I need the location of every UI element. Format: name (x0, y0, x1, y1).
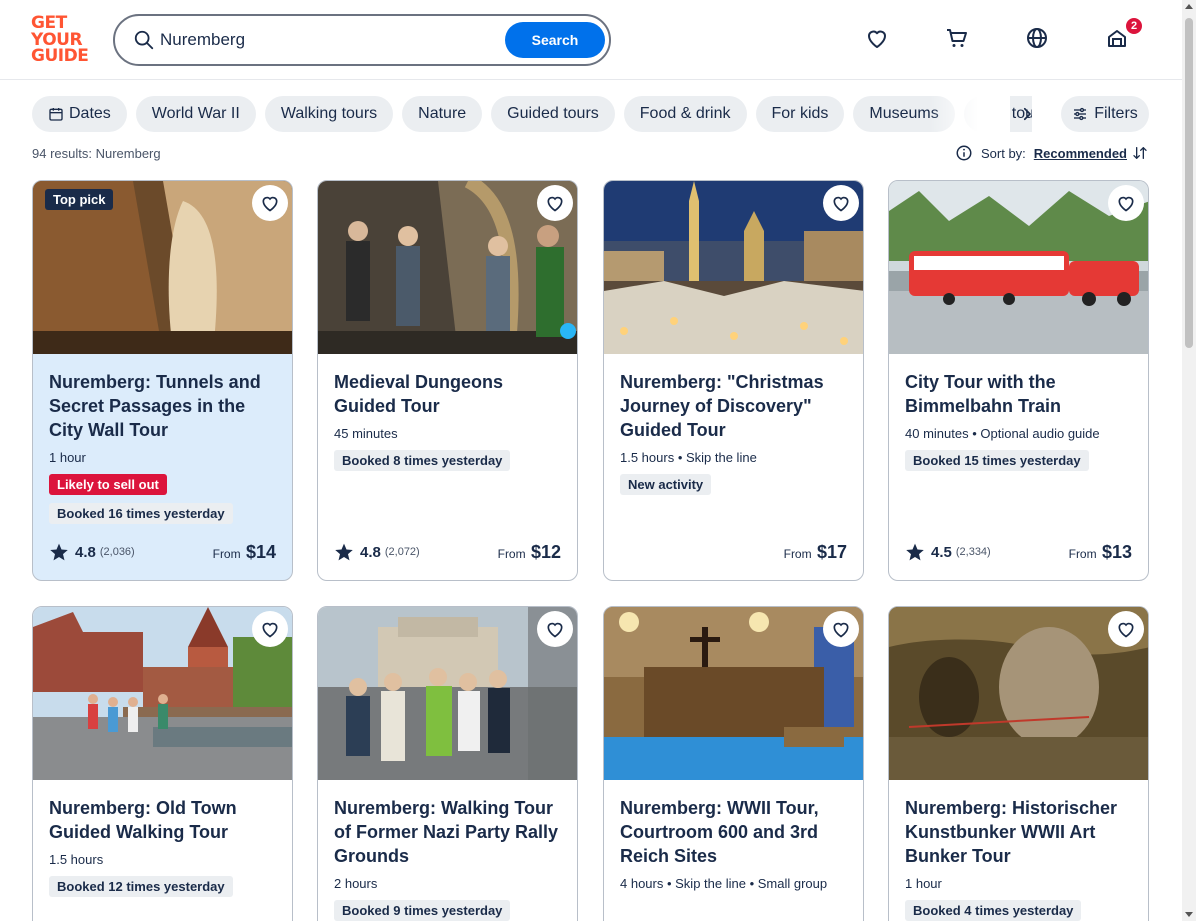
activity-meta: 40 minutes • Optional audio guide (905, 426, 1100, 441)
results-count: 94 results: Nuremberg (32, 146, 161, 161)
search-icon (134, 30, 154, 50)
favorite-heart-icon[interactable] (1108, 611, 1144, 647)
sort-value[interactable]: Recommended (1034, 146, 1127, 161)
booked-badge: Booked 9 times yesterday (334, 900, 511, 921)
activity-meta: 2 hours (334, 876, 378, 891)
booked-badge: Booked 12 times yesterday (49, 876, 233, 897)
favorite-heart-icon[interactable] (537, 611, 573, 647)
activity-card[interactable]: Nuremberg: Walking Tour of Former Nazi P… (317, 606, 578, 921)
scroll-up-arrow-icon[interactable] (1185, 4, 1193, 9)
notification-badge: 2 (1125, 17, 1143, 35)
activity-title[interactable]: Nuremberg: Old Town Guided Walking Tour (49, 796, 276, 844)
chip-for-kids[interactable]: For kids (755, 96, 845, 132)
activity-meta: 1 hour (905, 876, 942, 891)
filter-chips: Dates World War II Walking tours Nature Gui… (32, 96, 1032, 132)
page-scrollbar[interactable] (1182, 0, 1196, 921)
top-pick-badge: Top pick (45, 189, 114, 210)
booked-badge: Booked 15 times yesterday (905, 450, 1089, 471)
activity-title[interactable]: Nuremberg: Walking Tour of Former Nazi P… (334, 796, 561, 868)
scroll-down-arrow-icon[interactable] (1185, 912, 1193, 917)
getyourguide-logo[interactable]: GET YOUR GUIDE (31, 15, 91, 65)
chip-nature[interactable]: Nature (402, 96, 483, 132)
chip-walking-tours[interactable]: Walking tours (264, 96, 394, 132)
price: From $12 (497, 541, 561, 562)
search-button[interactable]: Search (505, 22, 605, 58)
activity-card[interactable]: Top pick Nuremberg: Tunnels and Secret P… (32, 180, 293, 581)
activity-meta: 1 hour (49, 450, 86, 465)
chevron-right-icon[interactable] (1013, 100, 1041, 128)
activity-card[interactable]: Nuremberg: Historischer Kunstbunker WWII… (888, 606, 1149, 921)
favorite-heart-icon[interactable] (537, 185, 573, 221)
activity-meta: 1.5 hours (49, 852, 104, 867)
chip-guided-tours[interactable]: Guided tours (491, 96, 615, 132)
sell-out-badge: Likely to sell out (49, 474, 167, 495)
rating: 4.8 (2,072) (334, 542, 420, 562)
star-icon (906, 543, 924, 561)
activity-card[interactable]: Nuremberg: "Christmas Journey of Discove… (603, 180, 864, 581)
globe-icon[interactable] (1024, 25, 1050, 51)
activity-title[interactable]: City Tour with the Bimmelbahn Train (905, 370, 1132, 418)
activity-title[interactable]: Nuremberg: Tunnels and Secret Passages i… (49, 370, 276, 442)
rating: 4.5 (2,334) (905, 542, 991, 562)
top-header: GET YOUR GUIDE Search 2 (0, 0, 1182, 80)
activity-card[interactable]: City Tour with the Bimmelbahn Train 40 m… (888, 180, 1149, 581)
sort-label: Sort by: (981, 145, 1026, 161)
cart-icon[interactable] (944, 25, 970, 51)
favorite-heart-icon[interactable] (252, 611, 288, 647)
activity-title[interactable]: Nuremberg: "Christmas Journey of Discove… (620, 370, 847, 442)
chip-dates[interactable]: Dates (32, 96, 127, 132)
favorite-heart-icon[interactable] (1108, 185, 1144, 221)
activity-title[interactable]: Medieval Dungeons Guided Tour (334, 370, 561, 418)
booked-badge: Booked 16 times yesterday (49, 503, 233, 524)
price: From $14 (212, 541, 276, 562)
activity-card[interactable]: Nuremberg: Old Town Guided Walking Tour … (32, 606, 293, 921)
favorite-heart-icon[interactable] (823, 185, 859, 221)
favorite-heart-icon[interactable] (252, 185, 288, 221)
search-bar: Search (113, 14, 611, 66)
activity-meta: 45 minutes (334, 426, 398, 441)
rating: 4.8 (2,036) (49, 542, 135, 562)
activity-card[interactable]: Nuremberg: WWII Tour, Courtroom 600 and … (603, 606, 864, 921)
chips-fade (930, 96, 1010, 132)
scroll-thumb[interactable] (1185, 18, 1193, 348)
booked-badge: Booked 8 times yesterday (334, 450, 511, 471)
calendar-icon (49, 108, 63, 121)
new-activity-badge: New activity (620, 474, 712, 495)
booked-badge: Booked 4 times yesterday (905, 900, 1082, 921)
activity-meta: 1.5 hours • Skip the line (620, 450, 757, 465)
info-icon[interactable] (955, 144, 973, 162)
activity-card[interactable]: Medieval Dungeons Guided Tour 45 minutes… (317, 180, 578, 581)
wishlist-heart-icon[interactable] (864, 25, 890, 51)
activity-title[interactable]: Nuremberg: Historischer Kunstbunker WWII… (905, 796, 1132, 868)
activity-title[interactable]: Nuremberg: WWII Tour, Courtroom 600 and … (620, 796, 847, 868)
price: From $13 (1068, 541, 1132, 562)
price: From $17 (783, 541, 847, 562)
chip-world-war-ii[interactable]: World War II (135, 96, 256, 132)
star-icon (335, 543, 353, 561)
search-input[interactable] (160, 26, 490, 54)
filters-button[interactable]: Filters (1061, 96, 1149, 132)
activity-meta: 4 hours • Skip the line • Small group (620, 876, 828, 891)
sort-arrows-icon (1133, 147, 1147, 159)
favorite-heart-icon[interactable] (823, 611, 859, 647)
sliders-icon (1074, 107, 1087, 121)
star-icon (50, 543, 68, 561)
chip-food-drink[interactable]: Food & drink (623, 96, 747, 132)
sort-control[interactable]: Sort by: Recommended (955, 144, 1148, 162)
